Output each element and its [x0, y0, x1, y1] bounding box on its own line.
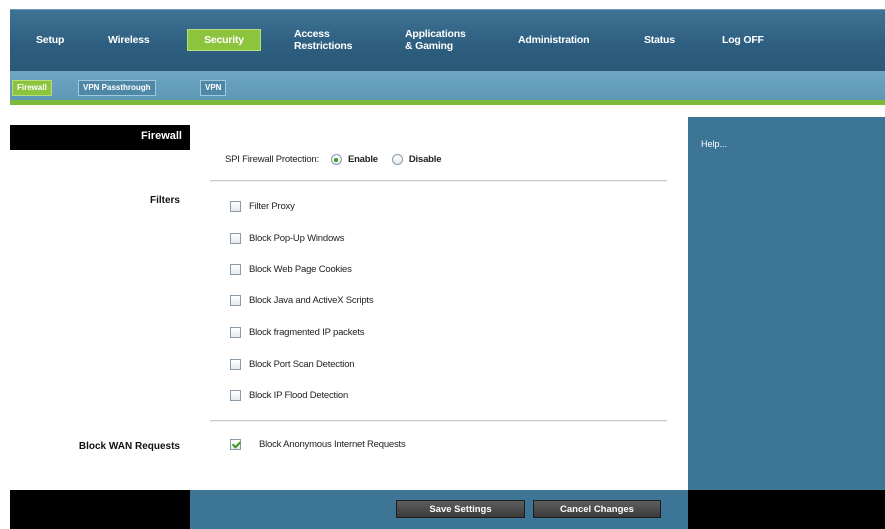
cancel-changes-button[interactable]: Cancel Changes: [533, 500, 661, 518]
nav-applications-gaming[interactable]: Applications & Gaming: [405, 28, 466, 52]
nav-status[interactable]: Status: [644, 34, 675, 46]
filter-row[interactable]: Filter Proxy: [230, 201, 295, 212]
block-anonymous-checkbox[interactable]: [230, 439, 241, 450]
enable-radio[interactable]: [330, 154, 342, 165]
block-fragmented-label: Block fragmented IP packets: [249, 327, 365, 338]
block-popup-checkbox[interactable]: [230, 233, 241, 244]
save-settings-button[interactable]: Save Settings: [396, 500, 525, 518]
block-ip-flood-label: Block IP Flood Detection: [249, 390, 349, 401]
block-fragmented-checkbox[interactable]: [230, 327, 241, 338]
filter-row[interactable]: Block Port Scan Detection: [230, 359, 355, 370]
spi-firewall-row: SPI Firewall Protection: Enable Disable: [225, 154, 441, 165]
block-ip-flood-checkbox[interactable]: [230, 390, 241, 401]
footer-left: [10, 490, 190, 529]
help-link[interactable]: Help...: [701, 139, 727, 149]
filter-row[interactable]: Block Java and ActiveX Scripts: [230, 295, 374, 306]
block-java-checkbox[interactable]: [230, 295, 241, 306]
block-port-scan-label: Block Port Scan Detection: [249, 359, 355, 370]
enable-label[interactable]: Enable: [348, 154, 378, 165]
filter-row[interactable]: Block IP Flood Detection: [230, 390, 348, 401]
section-header-bar: Firewall: [10, 125, 190, 150]
filter-row[interactable]: Block Pop-Up Windows: [230, 233, 344, 244]
nav-administration[interactable]: Administration: [518, 34, 589, 46]
block-wan-label: Block WAN Requests: [78, 441, 180, 452]
nav-security[interactable]: Security: [187, 29, 261, 51]
subtab-underline: [10, 100, 885, 105]
tab-firewall[interactable]: Firewall: [12, 80, 52, 96]
disable-label[interactable]: Disable: [409, 154, 442, 165]
block-cookies-checkbox[interactable]: [230, 264, 241, 275]
spi-firewall-label: SPI Firewall Protection:: [225, 154, 319, 165]
filter-proxy-checkbox[interactable]: [230, 201, 241, 212]
filters-label: Filters: [149, 195, 180, 206]
block-cookies-label: Block Web Page Cookies: [249, 264, 352, 275]
wan-row[interactable]: Block Anonymous Internet Requests: [230, 439, 406, 450]
footer-right: [688, 490, 885, 529]
block-anonymous-label: Block Anonymous Internet Requests: [259, 439, 406, 450]
divider-top: [210, 180, 667, 182]
divider-bottom: [210, 420, 667, 422]
help-panel: Help...: [688, 117, 885, 490]
section-title: Firewall: [141, 130, 182, 142]
nav-access-restrictions[interactable]: Access Restrictions: [294, 28, 352, 52]
block-java-label: Block Java and ActiveX Scripts: [249, 295, 374, 306]
nav-setup[interactable]: Setup: [36, 34, 64, 46]
nav-log-off[interactable]: Log OFF: [722, 34, 764, 46]
nav-wireless[interactable]: Wireless: [108, 34, 150, 46]
disable-radio[interactable]: [391, 154, 403, 165]
filter-row[interactable]: Block Web Page Cookies: [230, 264, 352, 275]
block-port-scan-checkbox[interactable]: [230, 359, 241, 370]
filter-proxy-label: Filter Proxy: [249, 201, 295, 212]
block-popup-label: Block Pop-Up Windows: [249, 233, 345, 244]
tab-vpn[interactable]: VPN: [200, 80, 227, 96]
tab-vpn-passthrough[interactable]: VPN Passthrough: [78, 80, 156, 96]
filter-row[interactable]: Block fragmented IP packets: [230, 327, 365, 338]
